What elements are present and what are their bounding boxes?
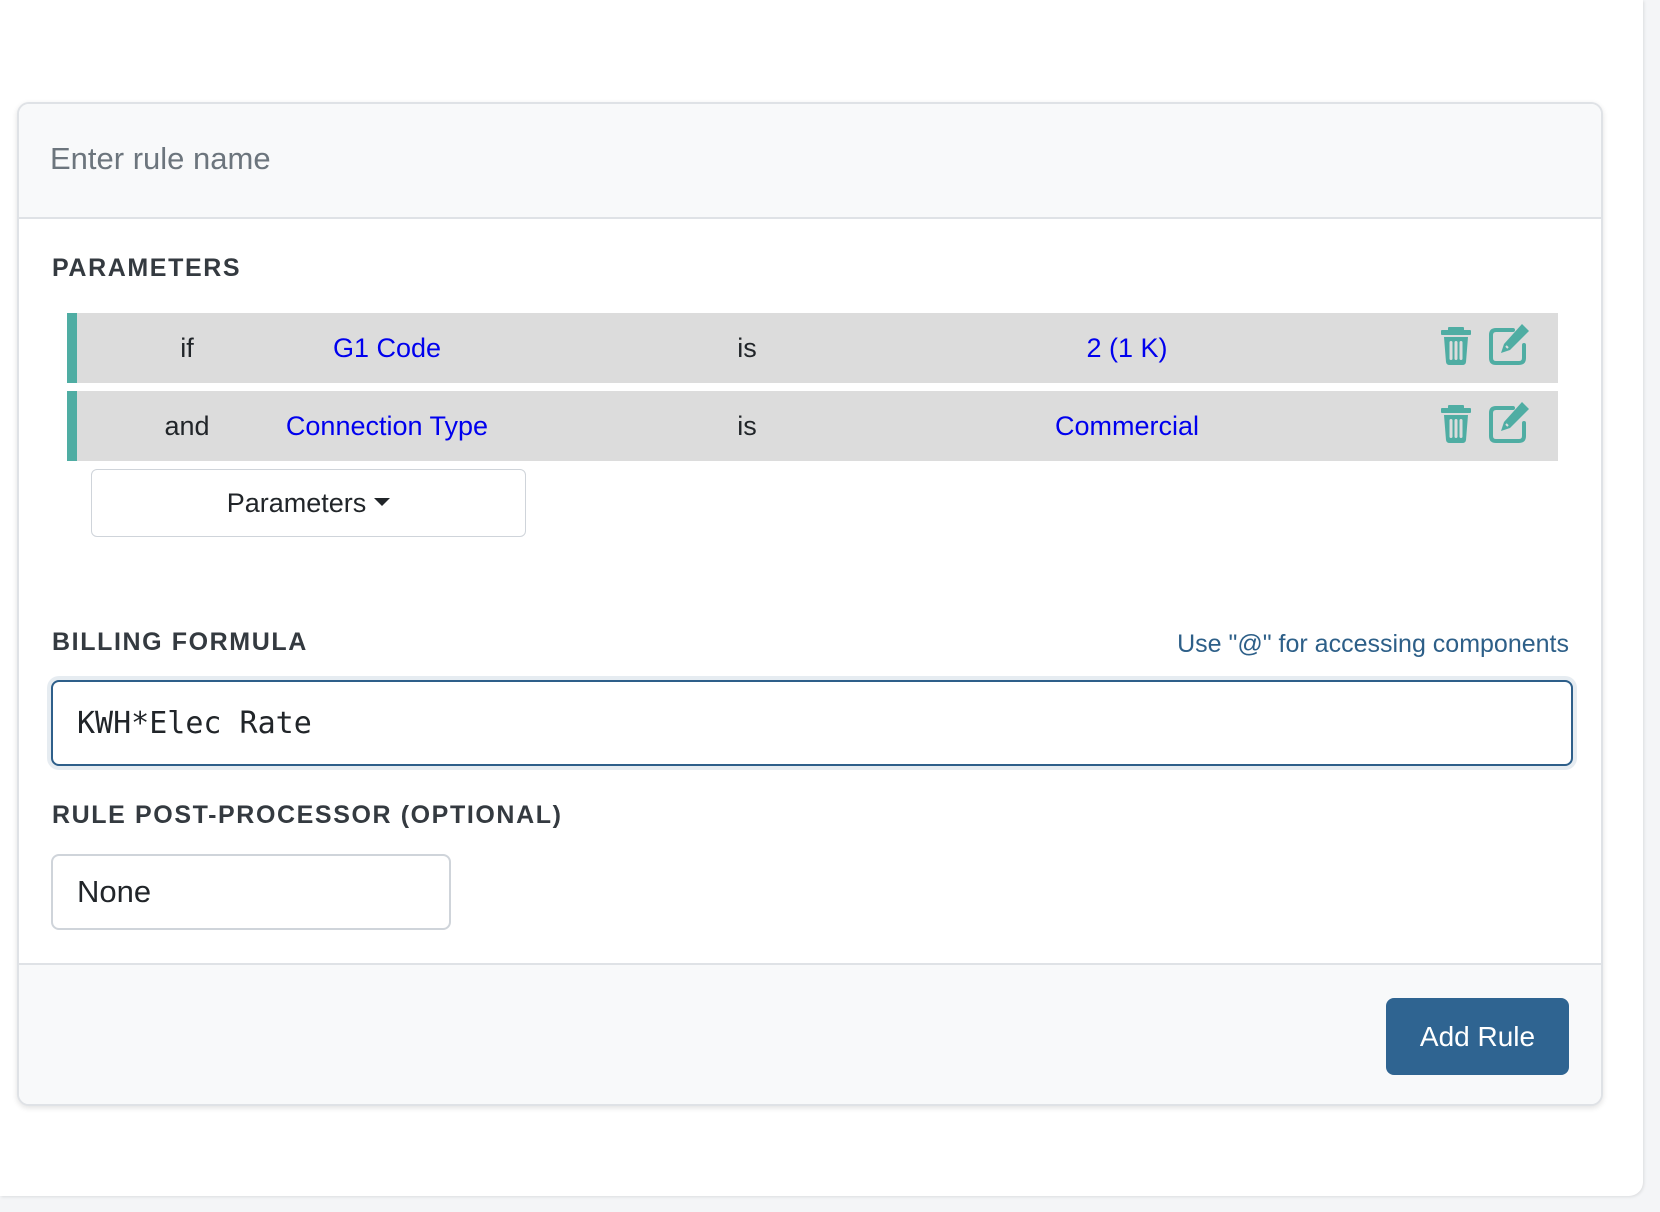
parameters-dropdown-button[interactable]: Parameters [91, 469, 526, 537]
row-operator: is [737, 333, 757, 363]
parameter-row: if G1 Code is 2 (1 K) [67, 313, 1558, 383]
post-processor-title: RULE POST-PROCESSOR (OPTIONAL) [52, 801, 563, 829]
post-processor-select[interactable]: None [51, 854, 451, 930]
rule-name-input[interactable] [50, 126, 1550, 192]
add-rule-button[interactable]: Add Rule [1386, 998, 1569, 1075]
row-value-link[interactable]: Commercial [997, 391, 1257, 461]
caret-down-icon [374, 498, 391, 507]
parameters-title: PARAMETERS [52, 254, 242, 282]
rule-card: PARAMETERS if G1 Code is 2 (1 K) [17, 102, 1603, 1106]
edit-icon[interactable] [1487, 321, 1533, 367]
row-connector: and [164, 411, 210, 441]
parameters-dropdown-label: Parameters [226, 487, 367, 518]
trash-icon[interactable] [1437, 399, 1483, 445]
billing-formula-title: BILLING FORMULA [52, 628, 308, 656]
card-footer: Add Rule [19, 963, 1601, 1104]
row-field-link[interactable]: Connection Type [267, 391, 507, 461]
billing-formula-input[interactable] [51, 680, 1573, 766]
row-connector: if [180, 333, 194, 363]
formula-hint: Use "@" for accessing components [1177, 630, 1569, 658]
trash-icon[interactable] [1437, 321, 1483, 367]
row-field-link[interactable]: G1 Code [267, 313, 507, 383]
card-header [19, 104, 1601, 219]
row-value-link[interactable]: 2 (1 K) [997, 313, 1257, 383]
row-operator: is [737, 411, 757, 441]
parameter-row: and Connection Type is Commercial [67, 391, 1558, 461]
edit-icon[interactable] [1487, 399, 1533, 445]
